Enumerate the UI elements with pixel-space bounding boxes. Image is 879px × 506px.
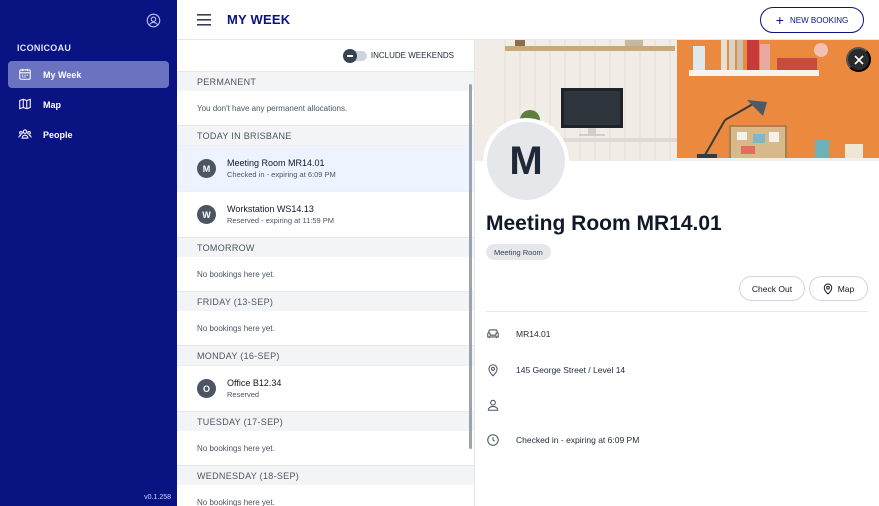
booking-avatar: O (197, 379, 216, 398)
account-icon[interactable] (146, 13, 161, 28)
sidebar: ICONICOAU My Week Map People v0.1.258 (0, 0, 177, 506)
include-weekends-row: INCLUDE WEEKENDS (177, 40, 474, 71)
location-row: 145 George Street / Level 14 (486, 363, 625, 377)
list-scrollbar[interactable] (469, 84, 472, 449)
space-type-tag: Meeting Room (486, 244, 551, 260)
section-header: TOMORROW (177, 237, 474, 257)
close-button[interactable] (846, 47, 871, 72)
people-icon (18, 127, 33, 142)
close-icon (853, 54, 864, 65)
space-id-value: MR14.01 (516, 329, 551, 339)
person-icon (486, 398, 500, 412)
empty-message: You don't have any permanent allocations… (197, 103, 348, 113)
booking-name: Office B12.34 (227, 378, 282, 388)
calendar-icon (18, 67, 33, 82)
sidebar-item-label: People (43, 129, 73, 140)
space-id-row: MR14.01 (486, 327, 551, 341)
space-avatar: M (483, 118, 569, 204)
section-header: TUESDAY (17-SEP) (177, 411, 474, 431)
section-header: TODAY IN BRISBANE (177, 125, 474, 145)
section-header: FRIDAY (13-SEP) (177, 291, 474, 311)
booking-item[interactable]: W Workstation WS14.13 Reserved - expirin… (177, 191, 474, 237)
assignee-row (486, 398, 516, 412)
booking-status: Reserved (227, 390, 260, 399)
booking-avatar: M (197, 159, 216, 178)
map-icon (18, 97, 33, 112)
organization-name: ICONICOAU (17, 43, 72, 53)
divider (486, 311, 868, 312)
booking-name: Workstation WS14.13 (227, 204, 314, 214)
status-value: Checked in - expiring at 6:09 PM (516, 435, 640, 445)
booking-avatar: W (197, 205, 216, 224)
section-header: MONDAY (16-SEP) (177, 345, 474, 365)
booking-detail-panel: M Meeting Room MR14.01 Meeting Room Chec… (475, 40, 879, 506)
booking-item[interactable]: M Meeting Room MR14.01 Checked in - expi… (177, 145, 474, 191)
map-pin-icon (823, 283, 833, 295)
section-header: WEDNESDAY (18-SEP) (177, 465, 474, 485)
app-version: v0.1.258 (144, 494, 171, 501)
booking-status: Checked in - expiring at 6:09 PM (227, 170, 336, 179)
include-weekends-label: INCLUDE WEEKENDS (370, 51, 454, 60)
location-value: 145 George Street / Level 14 (516, 365, 626, 375)
new-booking-label: NEW BOOKING (789, 15, 849, 25)
sidebar-item-map[interactable]: Map (8, 91, 169, 118)
sidebar-item-people[interactable]: People (8, 121, 169, 148)
booking-list: INCLUDE WEEKENDS PERMANENT You don't hav… (177, 40, 475, 506)
map-button[interactable]: Map (809, 276, 868, 301)
new-booking-button[interactable]: + NEW BOOKING (760, 7, 864, 33)
empty-message: No bookings here yet. (197, 497, 275, 506)
sidebar-item-label: Map (43, 99, 61, 110)
empty-message: No bookings here yet. (197, 269, 275, 279)
page-title: MY WEEK (227, 12, 291, 27)
empty-message: No bookings here yet. (197, 323, 275, 333)
check-out-button[interactable]: Check Out (739, 276, 805, 301)
top-bar: MY WEEK + NEW BOOKING (177, 0, 879, 40)
sidebar-item-label: My Week (43, 69, 82, 80)
section-header: PERMANENT (177, 71, 474, 91)
space-title: Meeting Room MR14.01 (486, 212, 722, 235)
plus-icon: + (775, 12, 784, 28)
status-row: Checked in - expiring at 6:09 PM (486, 433, 639, 447)
sofa-icon (486, 327, 500, 341)
include-weekends-toggle[interactable] (342, 48, 367, 63)
location-pin-icon (486, 363, 500, 377)
sidebar-item-my-week[interactable]: My Week (8, 61, 169, 88)
booking-status: Reserved - expiring at 11:59 PM (227, 216, 334, 225)
clock-icon (486, 433, 500, 447)
booking-item[interactable]: O Office B12.34 Reserved (177, 365, 474, 411)
booking-name: Meeting Room MR14.01 (227, 158, 325, 168)
map-button-label: Map (837, 283, 855, 294)
empty-message: No bookings here yet. (197, 443, 275, 453)
hamburger-menu-icon[interactable] (197, 13, 211, 26)
